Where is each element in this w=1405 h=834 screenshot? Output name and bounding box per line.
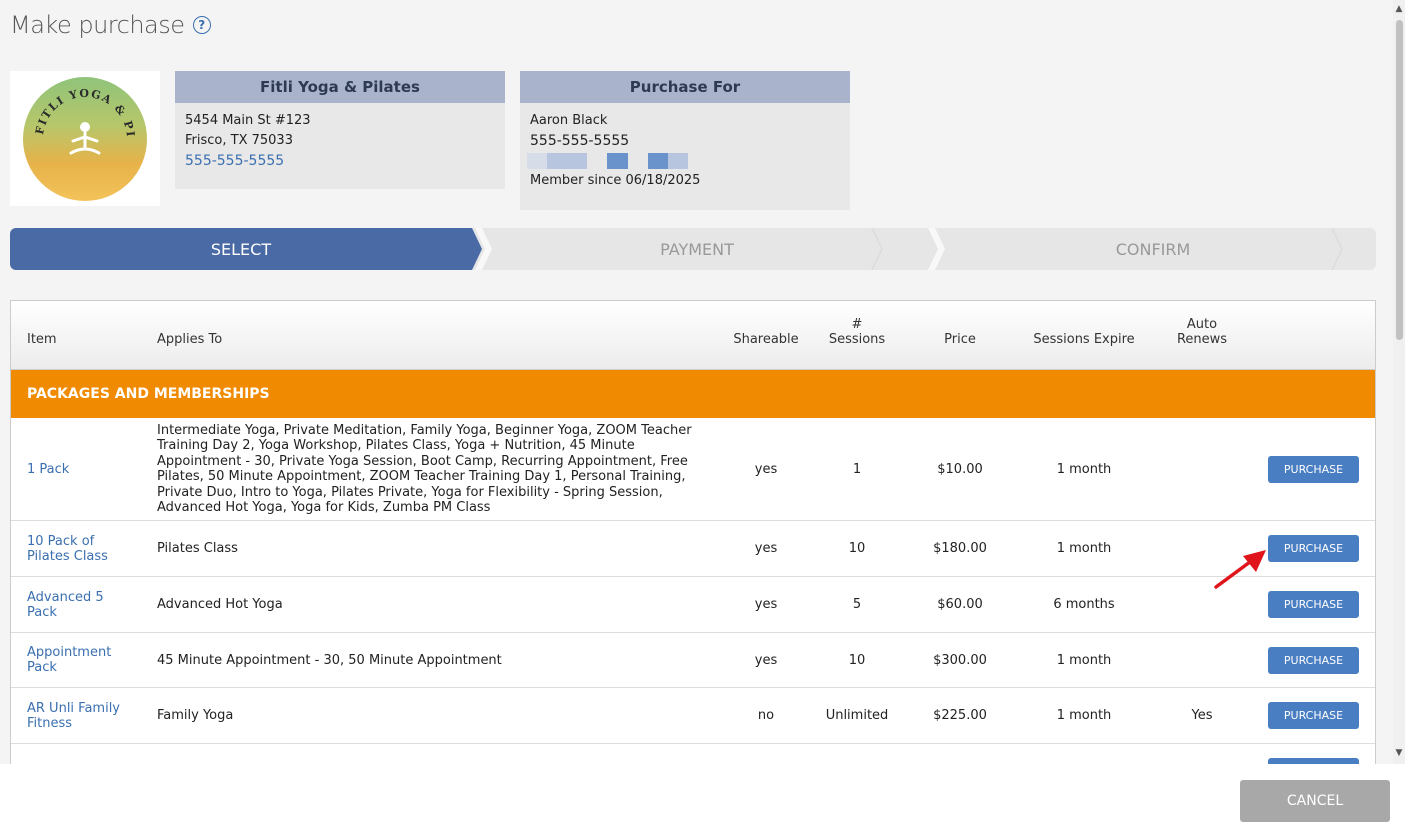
applies-to-text: Pilates Class — [157, 541, 238, 556]
table-header: Item Applies To Shareable # Sessions Pri… — [11, 301, 1375, 370]
shareable-value: no — [757, 708, 775, 723]
shareable-value: yes — [754, 652, 778, 668]
sessions-value: Unlimited — [825, 708, 889, 723]
expire-value: 1 month — [1056, 652, 1112, 668]
purchase-button[interactable]: PURCHASE — [1268, 646, 1359, 674]
member-since: Member since 06/18/2025 — [530, 173, 701, 188]
member-name: Aaron Black — [530, 113, 608, 128]
renews-value: Yes — [1191, 708, 1213, 723]
price-value: $300.00 — [933, 652, 987, 668]
member-phone: 555-555-5555 — [530, 133, 630, 149]
applies-to-text: Intermediate Yoga, Private Meditation, F… — [157, 422, 692, 516]
step-select: SELECT — [210, 239, 272, 259]
scrollbar-thumb[interactable] — [1396, 20, 1403, 340]
header-sessions-line1: # — [851, 317, 863, 332]
studio-address-line1: 5454 Main St #123 — [185, 113, 311, 128]
table-row: 1 Pack Intermediate Yoga, Private Medita… — [11, 418, 1375, 521]
annotation-arrow-icon — [1214, 550, 1266, 589]
scroll-up-arrow-icon[interactable]: ▲ — [1394, 4, 1404, 14]
expire-value: 1 month — [1056, 708, 1112, 723]
table-row: Appointment Pack 45 Minute Appointment -… — [11, 633, 1375, 688]
page-title-text: Make purchase — [10, 11, 185, 39]
price-value: $225.00 — [933, 708, 987, 723]
shareable-value: yes — [754, 541, 778, 556]
sessions-value: 5 — [852, 597, 862, 612]
header-applies-to: Applies To — [157, 332, 223, 347]
expire-value: 6 months — [1053, 597, 1115, 612]
logo-image: FITLI YOGA & PILATES — [23, 76, 147, 201]
item-link[interactable]: AR Unli Family Fitness — [27, 701, 127, 731]
item-link[interactable]: Appointment Pack — [27, 645, 127, 675]
item-link[interactable]: 10 Pack of Pilates Class — [27, 534, 127, 564]
step-confirm: CONFIRM — [1115, 239, 1191, 259]
purchase-button[interactable]: PURCHASE — [1268, 702, 1359, 729]
studio-address-line2: Frisco, TX 75033 — [185, 133, 293, 148]
header-shareable: Shareable — [733, 332, 799, 347]
table-row: AR Unli Family Fitness Family Yoga no Un… — [11, 688, 1375, 744]
expire-value: 1 month — [1056, 461, 1112, 477]
purchase-button[interactable]: PURCHASE — [1268, 455, 1359, 483]
shareable-value: yes — [754, 597, 778, 612]
sessions-value: 10 — [848, 541, 866, 556]
price-value: $10.00 — [937, 461, 983, 477]
page-title: Make purchase ? — [10, 11, 211, 39]
purchase-button[interactable]: PURCHASE — [1268, 535, 1359, 562]
sessions-value: 1 — [852, 461, 862, 477]
header-renews-line2: Renews — [1176, 332, 1228, 347]
purchase-button[interactable]: PURCHASE — [1268, 591, 1359, 618]
table-row: 10 Pack of Pilates Class Pilates Class y… — [11, 521, 1375, 577]
studio-phone-link[interactable]: 555-555-5555 — [185, 151, 495, 171]
header-sessions-line2: Sessions — [828, 332, 886, 347]
applies-to-text: Family Yoga — [157, 708, 234, 723]
table-row-partial — [11, 744, 1375, 764]
price-value: $180.00 — [933, 541, 987, 556]
scroll-down-arrow-icon[interactable]: ▼ — [1394, 748, 1404, 758]
studio-logo: FITLI YOGA & PILATES — [10, 71, 160, 206]
cancel-button[interactable]: CANCEL — [1240, 780, 1390, 822]
checkout-steps: SELECT PAYMENT CONFIRM — [10, 228, 1376, 270]
expire-value: 1 month — [1056, 541, 1112, 556]
studio-card: Fitli Yoga & Pilates 5454 Main St #123 F… — [175, 71, 505, 189]
item-link[interactable]: 1 Pack — [27, 462, 69, 477]
applies-to-text: Advanced Hot Yoga — [157, 597, 283, 612]
scrollbar[interactable]: ▲ ▼ — [1393, 0, 1405, 764]
header-price: Price — [944, 332, 976, 347]
header-sessions: # Sessions — [817, 317, 897, 347]
studio-name: Fitli Yoga & Pilates — [175, 71, 505, 103]
item-link[interactable]: Advanced 5 Pack — [27, 590, 117, 620]
header-sessions-expire: Sessions Expire — [1033, 332, 1135, 347]
shareable-value: yes — [754, 461, 778, 477]
footer: CANCEL — [0, 764, 1405, 834]
purchase-for-card: Purchase For Aaron Black 555-555-5555 Me… — [520, 71, 850, 210]
step-payment: PAYMENT — [660, 239, 734, 259]
help-icon[interactable]: ? — [192, 16, 211, 34]
purchase-for-heading: Purchase For — [520, 71, 850, 103]
header-item: Item — [27, 332, 57, 347]
header-renews-line1: Auto — [1186, 317, 1218, 332]
table-row: Advanced 5 Pack Advanced Hot Yoga yes 5 … — [11, 577, 1375, 633]
section-packages-memberships: PACKAGES AND MEMBERSHIPS — [11, 370, 1375, 418]
header-auto-renews: Auto Renews — [1162, 317, 1242, 347]
svg-text:FITLI YOGA & PILATES: FITLI YOGA & PILATES — [23, 77, 137, 138]
products-table: Item Applies To Shareable # Sessions Pri… — [10, 300, 1376, 764]
redacted-email — [527, 151, 840, 171]
applies-to-text: 45 Minute Appointment - 30, 50 Minute Ap… — [157, 652, 502, 668]
sessions-value: 10 — [848, 652, 866, 668]
price-value: $60.00 — [937, 597, 983, 612]
